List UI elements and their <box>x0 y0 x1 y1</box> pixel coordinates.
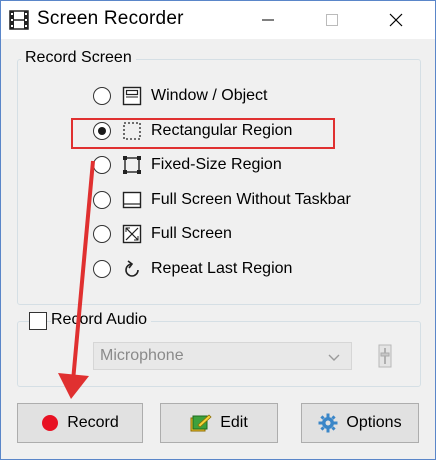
radio-window-object[interactable] <box>93 87 111 105</box>
annotation-highlight-box <box>71 118 335 149</box>
edit-button[interactable]: Edit <box>160 403 278 443</box>
audio-settings-button[interactable] <box>371 342 399 370</box>
minimize-button[interactable] <box>245 1 291 39</box>
repeat-icon <box>121 258 143 280</box>
window-icon <box>121 85 143 107</box>
record-screen-group-label: Record Screen <box>21 49 136 67</box>
option-fixed-size-region[interactable]: Fixed-Size Region <box>93 152 282 178</box>
radio-fixed-size-region[interactable] <box>93 156 111 174</box>
screen-recorder-window: Screen Recorder Record Screen Window / O… <box>0 0 436 460</box>
record-button-label: Record <box>67 414 119 431</box>
title-bar: Screen Recorder <box>1 1 435 39</box>
close-icon <box>389 13 403 27</box>
minimize-icon <box>262 19 274 21</box>
close-button[interactable] <box>373 1 419 39</box>
radio-full-screen-without-taskbar[interactable] <box>93 191 111 209</box>
gear-icon <box>318 413 338 433</box>
options-button-label: Options <box>346 414 402 431</box>
full-screen-icon <box>121 223 143 245</box>
record-audio-label: Record Audio <box>51 311 152 329</box>
option-label: Full Screen Without Taskbar <box>151 191 351 208</box>
window-title: Screen Recorder <box>37 8 184 29</box>
maximize-icon <box>326 14 338 26</box>
option-label: Window / Object <box>151 87 268 104</box>
option-full-screen[interactable]: Full Screen <box>93 221 232 247</box>
audio-level-icon <box>378 344 392 368</box>
option-full-screen-without-taskbar[interactable]: Full Screen Without Taskbar <box>93 187 351 213</box>
option-label: Fixed-Size Region <box>151 156 282 173</box>
audio-device-select[interactable]: Microphone <box>93 342 352 370</box>
maximize-button[interactable] <box>309 1 355 39</box>
record-dot-icon <box>41 414 59 432</box>
audio-device-value: Microphone <box>100 347 184 364</box>
fixed-size-region-icon <box>121 154 143 176</box>
option-repeat-last-region[interactable]: Repeat Last Region <box>93 256 292 282</box>
option-label: Repeat Last Region <box>151 260 293 277</box>
options-button[interactable]: Options <box>301 403 419 443</box>
option-window-object[interactable]: Window / Object <box>93 83 267 109</box>
edit-button-label: Edit <box>220 414 248 431</box>
option-label: Full Screen <box>151 225 232 242</box>
record-audio-checkbox[interactable] <box>29 312 47 330</box>
full-screen-without-taskbar-icon <box>121 189 143 211</box>
radio-repeat-last-region[interactable] <box>93 260 111 278</box>
radio-full-screen[interactable] <box>93 225 111 243</box>
chevron-down-icon <box>328 354 340 361</box>
film-strip-icon <box>9 10 29 30</box>
record-button[interactable]: Record <box>17 403 143 443</box>
edit-icon <box>190 413 212 433</box>
